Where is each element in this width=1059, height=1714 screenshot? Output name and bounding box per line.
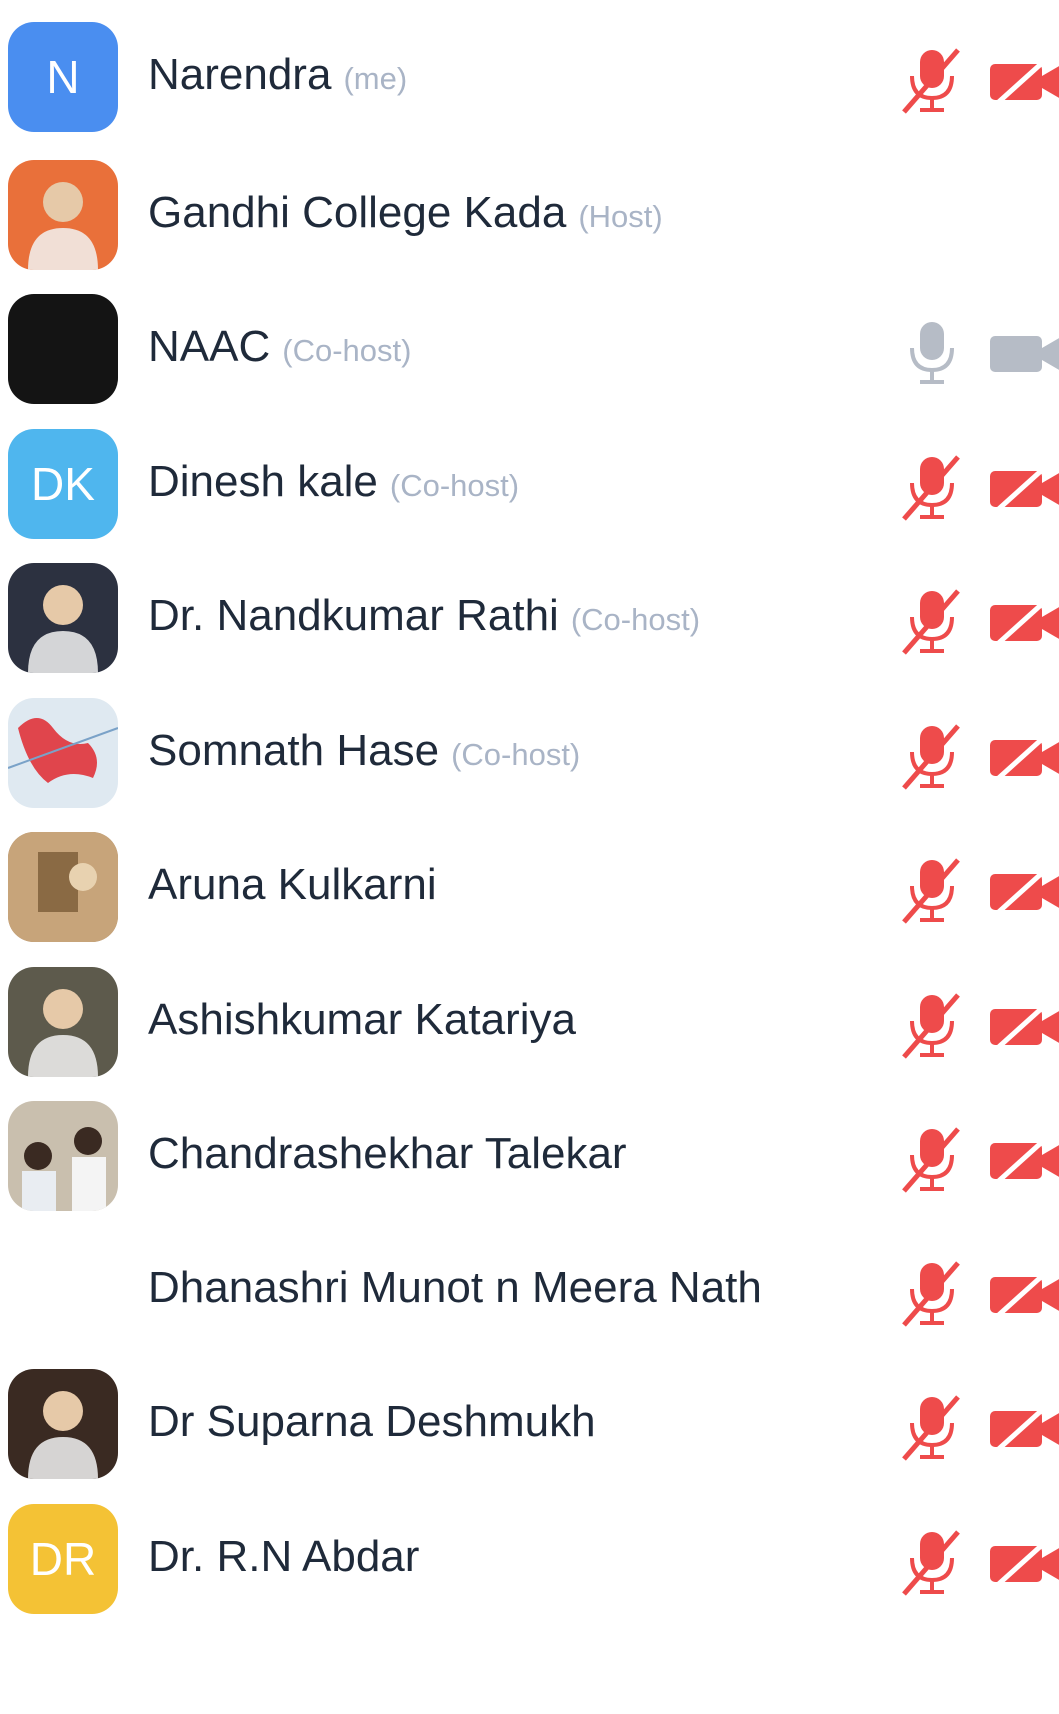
avatar: DR [8,1504,118,1614]
participant-row[interactable]: Ashishkumar Katariya [0,953,1059,1099]
camera-off-icon[interactable] [988,1397,1059,1459]
avatar-initials: DR [29,1533,97,1585]
participant-name: NAAC (Co-host) [148,322,411,372]
participant-row[interactable]: Dr Suparna Deshmukh [0,1355,1059,1501]
microphone-muted-icon[interactable] [898,1528,968,1598]
participant-row[interactable]: DK Dinesh kale (Co-host) [0,415,1059,561]
camera-off-icon[interactable] [988,726,1059,788]
couple-photo-icon [8,1101,118,1211]
microphone-muted-icon[interactable] [898,856,968,926]
camera-off-icon[interactable] [988,591,1059,653]
person-photo-icon [8,160,118,270]
participant-name: Narendra (me) [148,50,407,100]
avatar: DK [8,429,118,539]
microphone-muted-icon[interactable] [898,722,968,792]
participant-row[interactable]: Gandhi College Kada (Host) [0,146,1059,292]
camera-off-icon[interactable] [988,1263,1059,1325]
participant-name-text: Chandrashekhar Talekar [148,1129,627,1178]
camera-off-icon[interactable] [988,457,1059,519]
speaker-photo-icon [8,563,118,673]
participants-list: N Narendra (me) Gandhi College Kada (Host) NA… [0,0,1059,1714]
participant-role: (Co-host) [451,737,581,772]
participant-row[interactable]: Aruna Kulkarni [0,818,1059,964]
participant-name-text: Narendra [148,50,332,99]
camera-off-icon[interactable] [988,995,1059,1057]
participant-name: Ashishkumar Katariya [148,995,576,1045]
avatar-initials: DK [31,458,95,510]
participant-name-text: Dhanashri Munot n Meera Nath [148,1263,762,1312]
avatar-initials: N [46,51,80,103]
participant-name-text: Dr. Nandkumar Rathi [148,591,559,640]
participant-name: Somnath Hase (Co-host) [148,726,580,776]
microphone-muted-icon[interactable] [898,1125,968,1195]
participant-name-text: Dr Suparna Deshmukh [148,1397,596,1446]
microphone-icon[interactable] [898,318,968,388]
participant-name-text: Dr. R.N Abdar [148,1532,420,1581]
participant-name-text: Aruna Kulkarni [148,860,437,909]
room-photo-icon [8,832,118,942]
map-photo-icon [8,698,118,808]
microphone-muted-icon[interactable] [898,453,968,523]
participant-name: Dinesh kale (Co-host) [148,457,519,507]
participant-name-text: Gandhi College Kada [148,188,567,237]
participant-name: Gandhi College Kada (Host) [148,188,663,238]
participant-name-text: Dinesh kale [148,457,378,506]
camera-off-icon[interactable] [988,50,1059,112]
participant-row[interactable]: Somnath Hase (Co-host) [0,684,1059,830]
participant-row[interactable]: DR Dr. R.N Abdar [0,1490,1059,1636]
participant-name: Dr. Nandkumar Rathi (Co-host) [148,591,700,641]
participant-name: Dr. R.N Abdar [148,1532,419,1582]
participant-row[interactable]: N Narendra (me) [0,8,1059,154]
camera-off-icon[interactable] [988,1129,1059,1191]
microphone-muted-icon[interactable] [898,1259,968,1329]
portrait-photo-icon [8,1369,118,1479]
participant-row[interactable]: Chandrashekhar Talekar [0,1087,1059,1233]
microphone-muted-icon[interactable] [898,1393,968,1463]
participant-name-text: Ashishkumar Katariya [148,995,576,1044]
microphone-muted-icon[interactable] [898,46,968,116]
participant-role: (Co-host) [570,602,701,637]
participant-role: (Co-host) [389,468,520,503]
camera-off-icon[interactable] [988,1532,1059,1594]
participant-role: (me) [343,61,408,96]
participant-name-text: NAAC [148,322,271,371]
microphone-muted-icon[interactable] [898,587,968,657]
participant-name: Dhanashri Munot n Meera Nath [148,1263,762,1313]
participant-row[interactable]: Dhanashri Munot n Meera Nath [0,1221,1059,1367]
camera-icon[interactable] [988,322,1059,384]
participant-row[interactable]: NAAC (Co-host) [0,280,1059,426]
microphone-muted-icon[interactable] [898,991,968,1061]
participant-name-text: Somnath Hase [148,726,440,775]
participant-role: (Co-host) [282,333,412,368]
person-photo-icon [8,967,118,1077]
participant-role: (Host) [578,199,663,234]
camera-off-icon[interactable] [988,860,1059,922]
participant-name: Dr Suparna Deshmukh [148,1397,596,1447]
participant-name: Aruna Kulkarni [148,860,437,910]
participant-name: Chandrashekhar Talekar [148,1129,627,1179]
avatar [8,1235,118,1345]
dark-logo-icon [8,294,118,404]
avatar: N [8,22,118,132]
participant-row[interactable]: Dr. Nandkumar Rathi (Co-host) [0,549,1059,695]
